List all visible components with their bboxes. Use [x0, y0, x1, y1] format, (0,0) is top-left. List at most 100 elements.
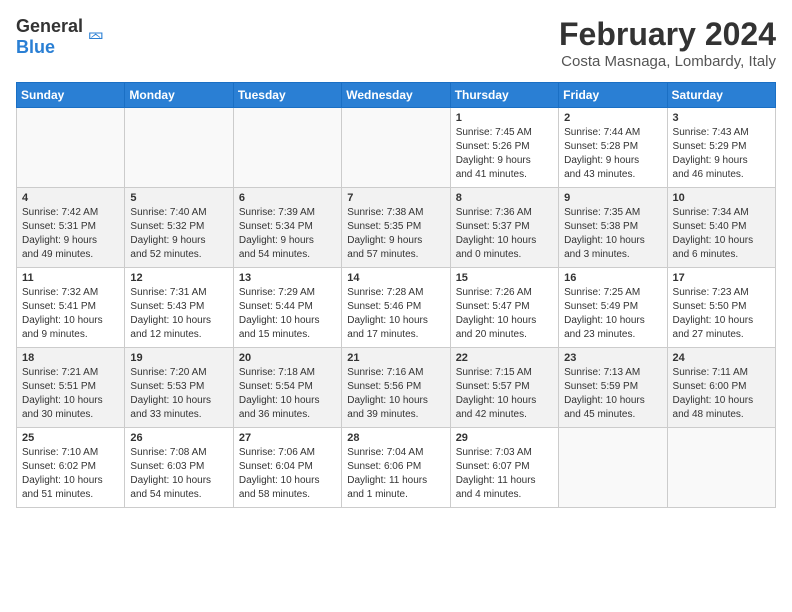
day-number: 2 [564, 112, 661, 124]
day-info: Sunrise: 7:21 AMSunset: 5:51 PMDaylight:… [22, 366, 119, 422]
calendar-day-cell: 21 Sunrise: 7:16 AMSunset: 5:56 PMDayligh… [342, 348, 450, 428]
day-number: 8 [456, 192, 553, 204]
calendar-week-row: 25 Sunrise: 7:10 AMSunset: 6:02 PMDayligh… [17, 428, 776, 508]
day-number: 18 [22, 352, 119, 364]
day-info: Sunrise: 7:28 AMSunset: 5:46 PMDaylight:… [347, 286, 444, 342]
calendar-day-cell: 14Sunrise: 7:28 AMSunset: 5:46 PMDayligh… [342, 268, 450, 348]
day-info: Sunrise: 7:40 AMSunset: 5:32 PMDaylight:… [130, 206, 227, 262]
calendar-day-cell: 6 Sunrise: 7:39 AMSunset: 5:34 PMDaylight… [233, 188, 341, 268]
page-header: General Blue ⮹ February 2024 Costa Masna… [16, 16, 776, 70]
day-info: Sunrise: 7:20 AMSunset: 5:53 PMDaylight:… [130, 366, 227, 422]
weekday-header: Saturday [667, 83, 775, 108]
day-info: Sunrise: 7:06 AMSunset: 6:04 PMDaylight:… [239, 446, 336, 502]
day-info: Sunrise: 7:29 AMSunset: 5:44 PMDaylight:… [239, 286, 336, 342]
calendar-day-cell: 10 Sunrise: 7:34 AMSunset: 5:40 PMDayligh… [667, 188, 775, 268]
calendar-week-row: 18 Sunrise: 7:21 AMSunset: 5:51 PMDayligh… [17, 348, 776, 428]
calendar-day-cell: 2 Sunrise: 7:44 AMSunset: 5:28 PMDaylight… [559, 108, 667, 188]
day-number: 22 [456, 352, 553, 364]
day-number: 10 [673, 192, 770, 204]
logo-general: General [16, 16, 83, 36]
calendar-day-cell: 29 Sunrise: 7:03 AMSunset: 6:07 PMDayligh… [450, 428, 558, 508]
day-info: Sunrise: 7:23 AMSunset: 5:50 PMDaylight:… [673, 286, 770, 342]
calendar-week-row: 1Sunrise: 7:45 AMSunset: 5:26 PMDaylight… [17, 108, 776, 188]
weekday-header: Monday [125, 83, 233, 108]
day-info: Sunrise: 7:03 AMSunset: 6:07 PMDaylight:… [456, 446, 553, 502]
day-info: Sunrise: 7:34 AMSunset: 5:40 PMDaylight:… [673, 206, 770, 262]
calendar-day-cell [667, 428, 775, 508]
day-number: 25 [22, 432, 119, 444]
day-number: 5 [130, 192, 227, 204]
day-info: Sunrise: 7:43 AMSunset: 5:29 PMDaylight:… [673, 126, 770, 182]
calendar-day-cell: 4 Sunrise: 7:42 AMSunset: 5:31 PMDaylight… [17, 188, 125, 268]
day-number: 26 [130, 432, 227, 444]
day-number: 20 [239, 352, 336, 364]
day-info: Sunrise: 7:31 AMSunset: 5:43 PMDaylight:… [130, 286, 227, 342]
day-number: 6 [239, 192, 336, 204]
day-info: Sunrise: 7:11 AMSunset: 6:00 PMDaylight:… [673, 366, 770, 422]
day-number: 15 [456, 272, 553, 284]
day-number: 9 [564, 192, 661, 204]
location-title: Costa Masnaga, Lombardy, Italy [559, 53, 776, 70]
day-info: Sunrise: 7:44 AMSunset: 5:28 PMDaylight:… [564, 126, 661, 182]
day-info: Sunrise: 7:10 AMSunset: 6:02 PMDaylight:… [22, 446, 119, 502]
calendar-day-cell [125, 108, 233, 188]
calendar-day-cell: 17 Sunrise: 7:23 AMSunset: 5:50 PMDayligh… [667, 268, 775, 348]
weekday-header: Thursday [450, 83, 558, 108]
day-number: 13 [239, 272, 336, 284]
day-info: Sunrise: 7:36 AMSunset: 5:37 PMDaylight:… [456, 206, 553, 262]
bird-icon: ⮹ [87, 24, 105, 50]
weekday-header: Friday [559, 83, 667, 108]
calendar-day-cell: 27Sunrise: 7:06 AMSunset: 6:04 PMDayligh… [233, 428, 341, 508]
day-number: 11 [22, 272, 119, 284]
weekday-header: Sunday [17, 83, 125, 108]
day-number: 3 [673, 112, 770, 124]
calendar-day-cell: 19 Sunrise: 7:20 AMSunset: 5:53 PMDayligh… [125, 348, 233, 428]
day-number: 16 [564, 272, 661, 284]
logo: General Blue ⮹ [16, 16, 105, 58]
day-number: 23 [564, 352, 661, 364]
calendar-day-cell: 20 Sunrise: 7:18 AMSunset: 5:54 PMDayligh… [233, 348, 341, 428]
calendar-day-cell [233, 108, 341, 188]
month-title: February 2024 [559, 16, 776, 53]
calendar-day-cell: 3 Sunrise: 7:43 AMSunset: 5:29 PMDaylight… [667, 108, 775, 188]
calendar-day-cell: 18 Sunrise: 7:21 AMSunset: 5:51 PMDayligh… [17, 348, 125, 428]
calendar-day-cell: 26 Sunrise: 7:08 AMSunset: 6:03 PMDayligh… [125, 428, 233, 508]
day-number: 7 [347, 192, 444, 204]
calendar-table: SundayMondayTuesdayWednesdayThursdayFrid… [16, 82, 776, 508]
day-number: 4 [22, 192, 119, 204]
calendar-day-cell [17, 108, 125, 188]
day-info: Sunrise: 7:35 AMSunset: 5:38 PMDaylight:… [564, 206, 661, 262]
calendar-day-cell: 8 Sunrise: 7:36 AMSunset: 5:37 PMDaylight… [450, 188, 558, 268]
calendar-day-cell: 28Sunrise: 7:04 AMSunset: 6:06 PMDayligh… [342, 428, 450, 508]
day-number: 21 [347, 352, 444, 364]
day-info: Sunrise: 7:08 AMSunset: 6:03 PMDaylight:… [130, 446, 227, 502]
day-number: 19 [130, 352, 227, 364]
calendar-week-row: 11 Sunrise: 7:32 AMSunset: 5:41 PMDayligh… [17, 268, 776, 348]
calendar-day-cell: 24 Sunrise: 7:11 AMSunset: 6:00 PMDayligh… [667, 348, 775, 428]
title-area: February 2024 Costa Masnaga, Lombardy, I… [559, 16, 776, 70]
calendar-day-cell: 5 Sunrise: 7:40 AMSunset: 5:32 PMDaylight… [125, 188, 233, 268]
day-info: Sunrise: 7:18 AMSunset: 5:54 PMDaylight:… [239, 366, 336, 422]
day-info: Sunrise: 7:26 AMSunset: 5:47 PMDaylight:… [456, 286, 553, 342]
logo-text: General Blue [16, 16, 83, 58]
weekday-header: Tuesday [233, 83, 341, 108]
calendar-day-cell: 22 Sunrise: 7:15 AMSunset: 5:57 PMDayligh… [450, 348, 558, 428]
day-info: Sunrise: 7:32 AMSunset: 5:41 PMDaylight:… [22, 286, 119, 342]
weekday-header-row: SundayMondayTuesdayWednesdayThursdayFrid… [17, 83, 776, 108]
day-info: Sunrise: 7:38 AMSunset: 5:35 PMDaylight:… [347, 206, 444, 262]
day-number: 29 [456, 432, 553, 444]
logo-blue: Blue [16, 37, 55, 57]
calendar-day-cell [342, 108, 450, 188]
day-number: 24 [673, 352, 770, 364]
weekday-header: Wednesday [342, 83, 450, 108]
day-info: Sunrise: 7:04 AMSunset: 6:06 PMDaylight:… [347, 446, 444, 502]
day-info: Sunrise: 7:42 AMSunset: 5:31 PMDaylight:… [22, 206, 119, 262]
day-number: 17 [673, 272, 770, 284]
calendar-day-cell: 11 Sunrise: 7:32 AMSunset: 5:41 PMDayligh… [17, 268, 125, 348]
day-info: Sunrise: 7:39 AMSunset: 5:34 PMDaylight:… [239, 206, 336, 262]
day-info: Sunrise: 7:13 AMSunset: 5:59 PMDaylight:… [564, 366, 661, 422]
day-info: Sunrise: 7:16 AMSunset: 5:56 PMDaylight:… [347, 366, 444, 422]
calendar-day-cell: 16Sunrise: 7:25 AMSunset: 5:49 PMDayligh… [559, 268, 667, 348]
day-info: Sunrise: 7:15 AMSunset: 5:57 PMDaylight:… [456, 366, 553, 422]
calendar-day-cell: 25 Sunrise: 7:10 AMSunset: 6:02 PMDayligh… [17, 428, 125, 508]
